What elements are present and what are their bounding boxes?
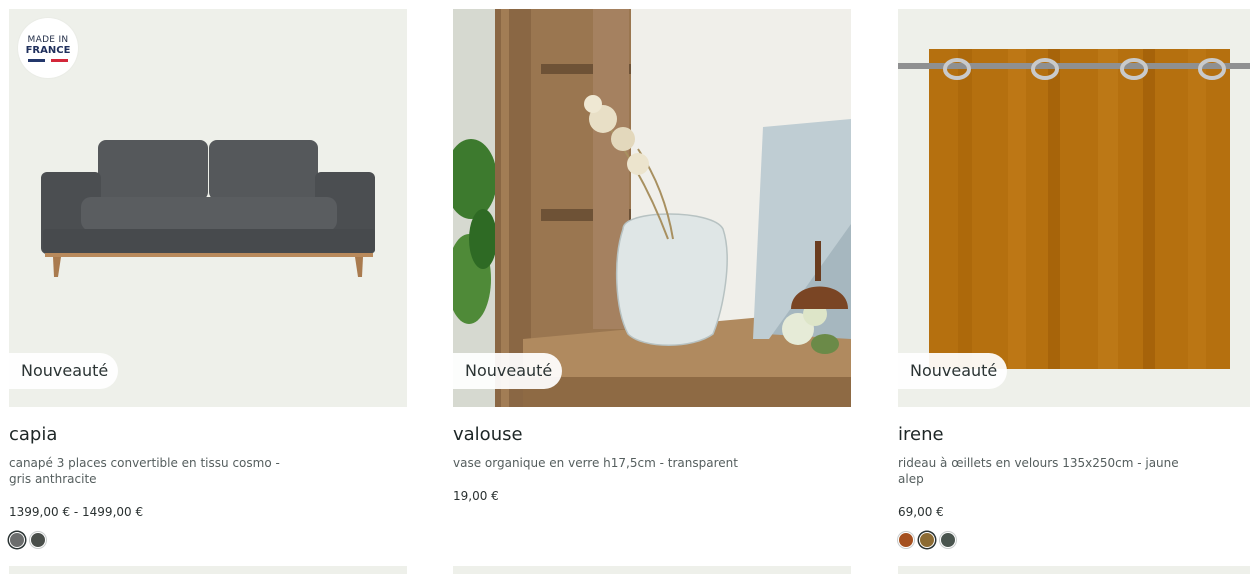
product-name[interactable]: irene	[898, 424, 1250, 446]
product-card-capia[interactable]: MADE IN FRANCE Nouveauté capia canapé 3 …	[9, 9, 407, 548]
color-swatches	[898, 532, 1250, 548]
product-description: rideau à œillets en velours 135x250cm - …	[898, 456, 1179, 486]
product-image-sofa[interactable]: MADE IN FRANCE Nouveauté	[9, 9, 407, 407]
product-price: 19,00 €	[453, 489, 499, 503]
swatch-gris[interactable]	[9, 532, 25, 548]
product-description: vase organique en verre h17,5cm - transp…	[453, 456, 738, 470]
swatch-dark[interactable]	[30, 532, 46, 548]
product-card-valouse[interactable]: Nouveauté valouse vase organique en verr…	[453, 9, 851, 504]
new-badge: Nouveauté	[898, 353, 1008, 389]
curtain-illustration	[898, 9, 1250, 407]
made-in-label: MADE IN	[27, 34, 69, 45]
product-card-irene[interactable]: Nouveauté irene rideau à œillets en velo…	[898, 9, 1250, 548]
new-badge: Nouveauté	[453, 353, 563, 389]
next-row-card-image	[9, 566, 407, 574]
vase-scene-illustration	[453, 9, 851, 407]
swatch-jaune-alep[interactable]	[919, 532, 935, 548]
product-image-curtain[interactable]: Nouveauté	[898, 9, 1250, 407]
next-row-card-image	[898, 566, 1250, 574]
french-flag-icon	[28, 58, 68, 62]
product-price: 1399,00 € - 1499,00 €	[9, 505, 144, 519]
color-swatches	[9, 532, 407, 548]
product-name[interactable]: capia	[9, 424, 407, 446]
france-label: FRANCE	[25, 44, 71, 56]
swatch-green[interactable]	[940, 532, 956, 548]
product-description: canapé 3 places convertible en tissu cos…	[9, 456, 280, 486]
new-badge: Nouveauté	[9, 353, 119, 389]
next-row-card-image	[453, 566, 851, 574]
product-name[interactable]: valouse	[453, 424, 851, 446]
swatch-rust[interactable]	[898, 532, 914, 548]
product-price: 69,00 €	[898, 505, 944, 519]
made-in-france-badge: MADE IN FRANCE	[18, 18, 78, 78]
product-image-vase[interactable]: Nouveauté	[453, 9, 851, 407]
